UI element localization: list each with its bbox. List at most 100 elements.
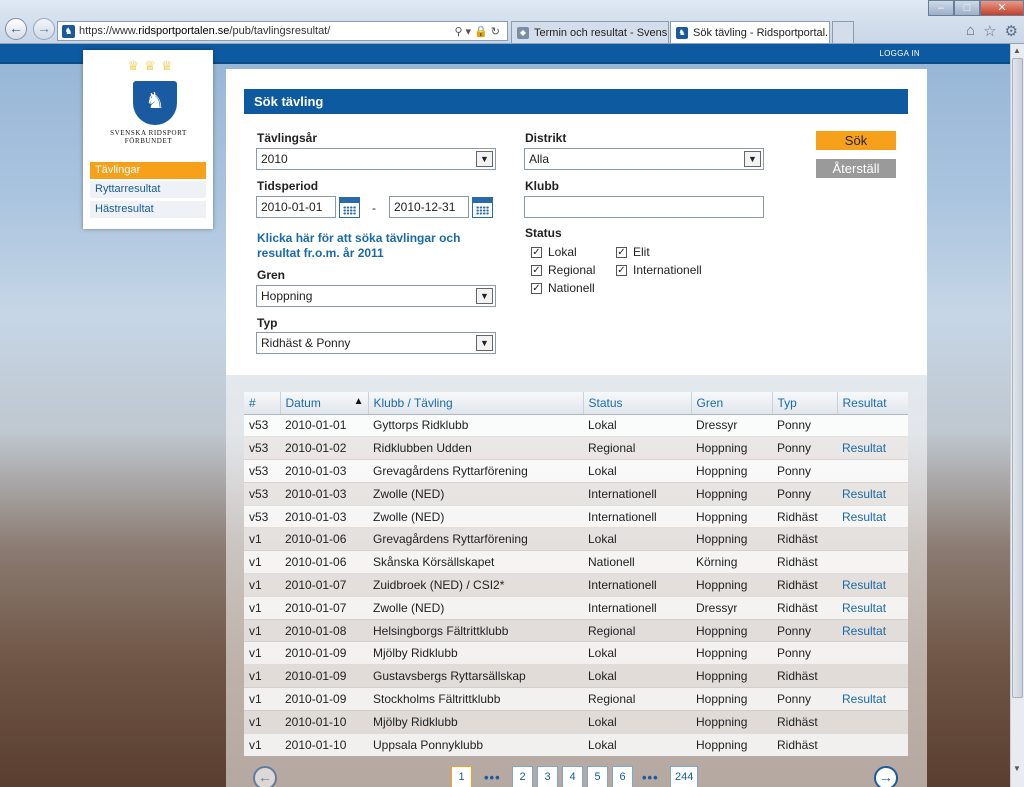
page-button-3[interactable]: 3 [537, 766, 558, 787]
reset-button[interactable]: Återställ [816, 159, 896, 178]
klubb-input[interactable] [524, 196, 764, 218]
status-checkbox-regional[interactable]: ✓ Regional [531, 263, 595, 277]
federation-logo[interactable]: ♕ ♕ ♕ ♞ SVENSKA RIDSPORT FÖRBUNDET [91, 50, 206, 154]
col-header-status[interactable]: Status [583, 392, 692, 415]
cell-klubb[interactable]: Grevagårdens Ryttarförening [368, 459, 583, 483]
maximize-icon[interactable]: □ [954, 0, 980, 16]
cell-klubb[interactable]: Ridklubben Udden [368, 436, 583, 460]
browser-forward-icon[interactable]: → [33, 18, 55, 40]
cell-gren: Hoppning [691, 504, 772, 528]
page-button-5[interactable]: 5 [587, 766, 608, 787]
cell-datum: 2010-01-09 [280, 641, 368, 665]
gren-label: Gren [257, 268, 286, 282]
prev-page-arrow-icon[interactable]: ← [253, 766, 277, 787]
cell-klubb[interactable]: Helsingborgs Fältrittklubb [368, 618, 583, 642]
typ-select-value: Ridhäst & Ponny [261, 336, 351, 350]
scroll-up-icon[interactable]: ▲ [1013, 46, 1021, 55]
cell-klubb[interactable]: Gustavsbergs Ryttarsällskap [368, 664, 583, 688]
chevron-down-icon: ▼ [476, 335, 493, 351]
nav-item-tavlingar[interactable]: Tävlingar [90, 162, 206, 179]
address-bar[interactable]: ♞ https://www.ridsportportalen.se/pub/ta… [57, 21, 508, 41]
status-checkbox-elit[interactable]: ✓ Elit [616, 245, 650, 259]
page-scrollbar[interactable]: ▲ ▼ [1010, 44, 1024, 787]
gren-select[interactable]: Hoppning ▼ [256, 285, 496, 307]
browser-tab-sok-tavling[interactable]: ♞ Sök tävling - Ridsportportal... ✕ [670, 21, 830, 43]
cell-klubb[interactable]: Skånska Körsällskapet [368, 550, 583, 574]
col-header-klubb[interactable]: Klubb / Tävling [368, 392, 584, 415]
minimize-icon[interactable]: – [928, 0, 954, 16]
cell-klubb[interactable]: Mjölby Ridklubb [368, 709, 583, 734]
login-link[interactable]: LOGGA IN [879, 49, 920, 58]
cell-typ: Ponny [772, 618, 837, 642]
left-navigation: ♕ ♕ ♕ ♞ SVENSKA RIDSPORT FÖRBUNDET Tävling… [83, 50, 213, 229]
cell-status: Lokal [583, 459, 691, 483]
browser-tab-termin[interactable]: ◆ Termin och resultat - Svenska ... [511, 21, 669, 43]
page-button-4[interactable]: 4 [562, 766, 583, 787]
typ-label: Typ [257, 316, 278, 330]
cell-klubb[interactable]: Mjölby Ridklubb [368, 641, 583, 665]
period-from-input[interactable]: 2010-01-01 [256, 196, 336, 218]
cell-status: Regional [583, 618, 691, 642]
cell-klubb[interactable]: Stockholms Fältrittklubb [368, 687, 583, 711]
cell-number: v53 [244, 504, 280, 528]
col-header-number[interactable]: # [244, 392, 281, 415]
nav-item-hastresultat[interactable]: Hästresultat [90, 201, 206, 218]
status-checkbox-internationell[interactable]: ✓ Internationell [616, 263, 702, 277]
distrikt-select[interactable]: Alla ▼ [524, 148, 764, 170]
col-header-resultat[interactable]: Resultat [837, 392, 908, 415]
next-page-arrow-icon[interactable]: → [874, 766, 898, 787]
cell-resultat [837, 732, 908, 756]
cell-typ: Ridhäst [772, 709, 837, 734]
cell-klubb[interactable]: Zwolle (NED) [368, 504, 583, 528]
scroll-down-icon[interactable]: ▼ [1013, 764, 1021, 773]
checkbox-label: Regional [548, 263, 596, 277]
table-row: v53 2010-01-03 Zwolle (NED) Internationell H… [244, 481, 908, 506]
settings-gear-icon[interactable]: ⚙ [1005, 22, 1018, 40]
link-search-2011[interactable]: Klicka här för att söka tävlingar och re… [257, 231, 497, 261]
cell-typ: Ridhäst [772, 573, 837, 597]
cell-typ: Ponny [772, 459, 837, 483]
cell-resultat[interactable]: Resultat [837, 436, 908, 460]
cell-klubb[interactable]: Zwolle (NED) [368, 595, 583, 620]
status-checkbox-nationell[interactable]: ✓ Nationell [531, 281, 595, 295]
calendar-icon[interactable] [472, 197, 493, 218]
cell-resultat[interactable]: Resultat [837, 618, 908, 642]
address-tools-icon[interactable]: ⚲▾🔒↻ [455, 25, 508, 38]
browser-back-icon[interactable]: ← [5, 18, 27, 40]
cell-resultat[interactable]: Resultat [837, 504, 908, 528]
nav-item-ryttarresultat[interactable]: Ryttarresultat [90, 181, 206, 198]
cell-resultat[interactable]: Resultat [837, 687, 908, 711]
page-button-2[interactable]: 2 [512, 766, 533, 787]
cell-klubb[interactable]: Grevagårdens Ryttarförening [368, 527, 583, 551]
col-header-typ[interactable]: Typ [772, 392, 838, 415]
col-header-datum[interactable]: Datum ▲ [280, 392, 369, 415]
scrollbar-thumb[interactable] [1012, 58, 1023, 698]
cell-resultat[interactable]: Resultat [837, 481, 908, 506]
close-window-icon[interactable]: ✕ [980, 0, 1024, 16]
page-button-last[interactable]: 244 [670, 766, 699, 787]
cell-klubb[interactable]: Zwolle (NED) [368, 481, 583, 506]
home-icon[interactable]: ⌂ [966, 22, 975, 40]
calendar-icon[interactable] [339, 197, 360, 218]
cell-typ: Ponny [772, 641, 837, 665]
tab-favicon-icon: ◆ [517, 26, 529, 39]
cell-klubb[interactable]: Gyttorps Ridklubb [368, 413, 583, 437]
year-select[interactable]: 2010 ▼ [256, 148, 496, 170]
typ-select[interactable]: Ridhäst & Ponny ▼ [256, 332, 496, 354]
col-header-gren[interactable]: Gren [691, 392, 773, 415]
page-button-current[interactable]: 1 [451, 766, 472, 787]
col-header-datum-label: Datum [285, 395, 321, 410]
cell-resultat[interactable]: Resultat [837, 573, 908, 597]
cell-number: v1 [244, 732, 280, 756]
new-tab-button[interactable] [832, 21, 854, 43]
cell-datum: 2010-01-03 [280, 459, 368, 483]
cell-datum: 2010-01-09 [280, 687, 368, 711]
cell-resultat[interactable]: Resultat [837, 595, 908, 620]
page-button-6[interactable]: 6 [612, 766, 633, 787]
cell-klubb[interactable]: Uppsala Ponnyklubb [368, 732, 583, 756]
period-to-input[interactable]: 2010-12-31 [389, 196, 469, 218]
cell-klubb[interactable]: Zuidbroek (NED) / CSI2* [368, 573, 583, 597]
favorites-star-icon[interactable]: ☆ [983, 22, 996, 40]
search-button[interactable]: Sök [816, 131, 896, 150]
status-checkbox-lokal[interactable]: ✓ Lokal [531, 245, 577, 259]
